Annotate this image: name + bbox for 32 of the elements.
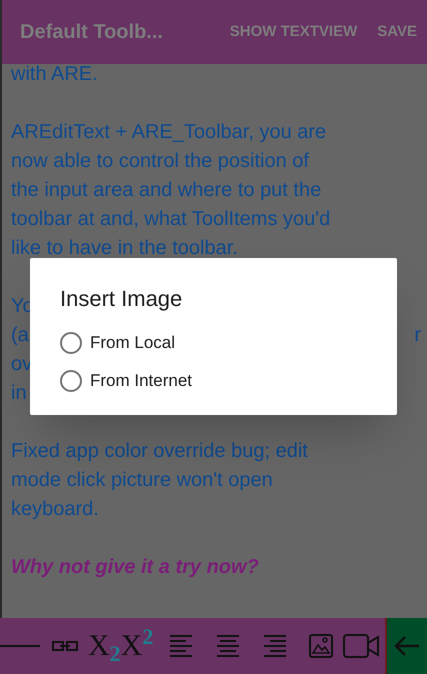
action-button[interactable]: SHOW TEXTVIEW: [230, 20, 358, 44]
link-icon[interactable]: [52, 640, 78, 652]
app-title: Default Toolb...: [20, 20, 163, 45]
back-button[interactable]: [385, 618, 427, 674]
image-icon[interactable]: [309, 634, 334, 658]
text-line: AREditText + ARE_Toolbar, you are: [11, 120, 328, 145]
horizontal-rule-icon[interactable]: [0, 644, 40, 648]
align-left-icon[interactable]: [169, 632, 194, 660]
text-fragment: r: [414, 323, 422, 348]
text-line: like to have in the toolbar.: [11, 236, 239, 261]
script-button[interactable]: X$_{2}$: [88, 631, 121, 661]
radio-button[interactable]: [60, 370, 82, 392]
video-camera-icon[interactable]: [343, 634, 380, 658]
text-fragment: (a: [11, 323, 29, 348]
script-button[interactable]: X$^{2}$: [120, 631, 154, 661]
arrow-left-icon: [394, 635, 420, 657]
action-button[interactable]: SAVE: [377, 20, 417, 44]
text-fragment: in: [11, 381, 27, 406]
radio-button[interactable]: [60, 332, 82, 354]
option-label[interactable]: From Local: [90, 330, 176, 356]
text-line: mode click picture won't open: [11, 468, 274, 493]
text-line: with ARE.: [11, 62, 99, 87]
option-label[interactable]: From Internet: [90, 368, 192, 394]
align-right-icon[interactable]: [263, 632, 288, 660]
text-line: Fixed app color override bug; edit: [11, 439, 309, 464]
text-line: the input area and where to put the: [11, 178, 322, 203]
text-line: toolbar at and, what ToolItems you'd: [11, 207, 332, 232]
text-line: Why not give it a try now?: [11, 555, 260, 580]
dialog-title: Insert Image: [60, 285, 182, 313]
text-line: keyboard.: [11, 497, 100, 522]
text-line: now able to control the position of: [11, 149, 310, 174]
align-center-icon[interactable]: [216, 632, 240, 660]
